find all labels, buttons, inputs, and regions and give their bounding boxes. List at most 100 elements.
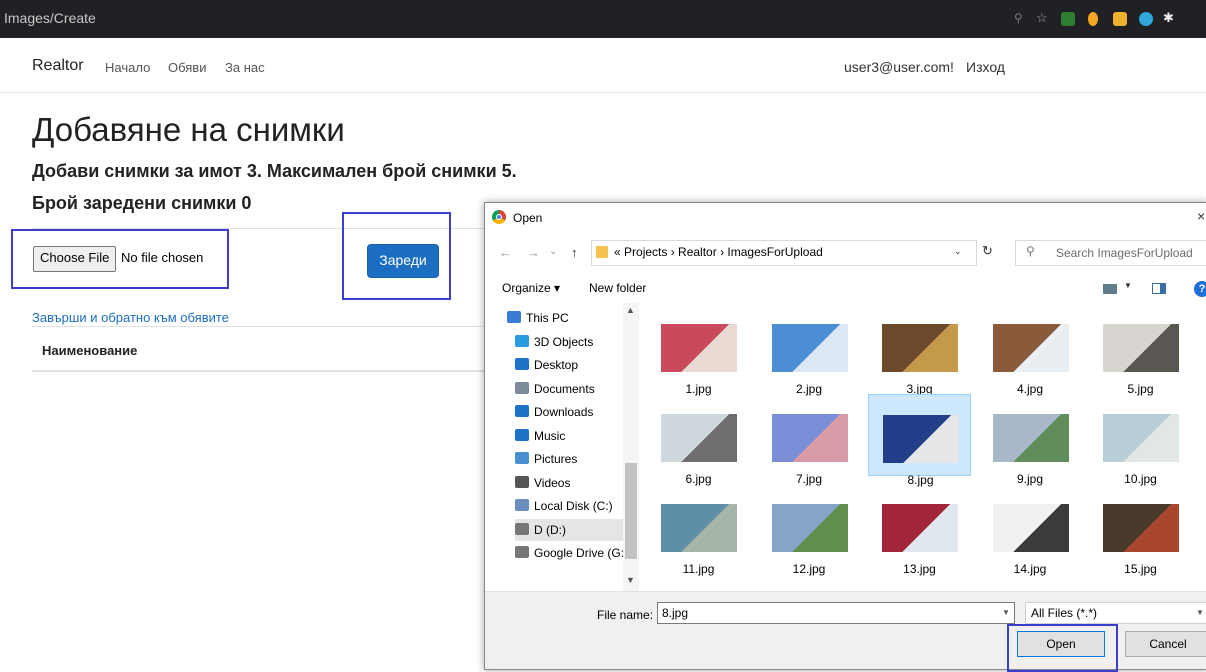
file-name: 15.jpg	[1124, 562, 1157, 576]
chevron-down-icon[interactable]: ▼	[1124, 281, 1132, 290]
file-item[interactable]: 15.jpg	[1089, 484, 1192, 576]
recent-dropdown-icon[interactable]: ⌄	[549, 246, 557, 257]
extension-icon[interactable]	[1113, 12, 1127, 26]
refresh-icon[interactable]: ↻	[982, 243, 993, 259]
preview-pane-icon[interactable]	[1152, 283, 1166, 294]
file-grid: 1.jpg 2.jpg 3.jpg 4.jpg 5.jpg 6.jpg 7.jpg 8.jpg…	[647, 303, 1206, 593]
extension-icon[interactable]	[1088, 12, 1098, 26]
no-file-label: No file chosen	[121, 250, 204, 265]
user-email: user3@user.com!	[844, 59, 954, 75]
table-border	[32, 326, 492, 327]
dialog-titlebar[interactable]: Open ×	[485, 203, 1206, 233]
desktop-icon	[515, 358, 529, 370]
page-title: Добавяне на снимки	[32, 111, 345, 148]
nav-link-home[interactable]: Начало	[105, 60, 150, 75]
file-item[interactable]: 2.jpg	[758, 304, 861, 396]
help-icon[interactable]: ?	[1194, 281, 1206, 297]
file-item[interactable]: 13.jpg	[868, 484, 971, 576]
up-arrow-icon[interactable]: ↑	[571, 245, 578, 260]
scroll-down-icon[interactable]: ▼	[626, 575, 635, 585]
table-border	[32, 370, 492, 372]
file-item[interactable]: 3.jpg	[868, 304, 971, 396]
file-name: 13.jpg	[903, 562, 936, 576]
file-item[interactable]: 7.jpg	[758, 394, 861, 486]
address-row: ← → ⌄ ↑ « Projects › Realtor › ImagesFor…	[485, 237, 1206, 269]
upload-button[interactable]: Зареди	[367, 244, 439, 278]
forward-arrow-icon[interactable]: →	[527, 245, 540, 260]
sidebar-item-label: Documents	[534, 381, 595, 396]
sidebar-item-local-disk-c[interactable]: Local Disk (C:)	[515, 495, 639, 517]
chevron-down-icon[interactable]: ▼	[1196, 608, 1204, 617]
search-icon: ⚲	[1026, 244, 1035, 258]
scrollbar-thumb[interactable]	[625, 463, 637, 559]
page-subtitle: Добави снимки за имот 3. Максимален брой…	[32, 161, 517, 181]
breadcrumb-item[interactable]: ImagesForUpload	[727, 245, 822, 259]
back-arrow-icon[interactable]: ←	[499, 245, 512, 260]
sidebar-item-downloads[interactable]: Downloads	[515, 401, 639, 423]
dialog-title: Open	[513, 211, 543, 225]
image-thumbnail	[661, 324, 737, 372]
file-name: 14.jpg	[1013, 562, 1047, 576]
brand-link[interactable]: Realtor	[32, 57, 84, 75]
sidebar-item-desktop[interactable]: Desktop	[515, 354, 639, 376]
shield-extension-icon[interactable]	[1061, 12, 1075, 26]
address-bar[interactable]: « Projects › Realtor › ImagesForUpload ⌄	[591, 240, 977, 266]
sidebar-item-music[interactable]: Music	[515, 425, 639, 447]
search-input[interactable]: ⚲ Search ImagesForUpload	[1015, 240, 1206, 266]
image-thumbnail	[661, 504, 737, 552]
scroll-up-icon[interactable]: ▲	[626, 305, 635, 315]
navigation-pane: Google Drive (G: D (D:) Local Disk (C:) Vid…	[485, 303, 641, 593]
sidebar-item-drive-d[interactable]: D (D:)	[515, 518, 639, 541]
local-disk-c-icon	[515, 499, 529, 511]
view-options-icon[interactable]	[1103, 284, 1117, 294]
chevron-down-icon[interactable]: ⌄	[954, 246, 962, 257]
file-item[interactable]: 6.jpg	[647, 394, 750, 486]
nav-link-listings[interactable]: Обяви	[168, 60, 206, 75]
sidebar-item-this-pc[interactable]: This PC	[507, 307, 631, 329]
sidebar-item-documents[interactable]: Documents	[515, 378, 639, 400]
breadcrumb-item[interactable]: Projects	[624, 245, 667, 259]
search-placeholder: Search ImagesForUpload	[1056, 246, 1193, 260]
chevron-down-icon[interactable]: ▼	[1002, 608, 1010, 617]
file-type-select[interactable]: All Files (*.*) ▼	[1025, 602, 1206, 624]
puzzle-icon[interactable]: ✱	[1163, 10, 1177, 25]
file-item[interactable]: 11.jpg	[647, 484, 750, 576]
sidebar-item-videos[interactable]: Videos	[515, 472, 639, 494]
sidebar-item-pictures[interactable]: Pictures	[515, 448, 639, 470]
documents-icon	[515, 381, 529, 394]
file-item[interactable]: 10.jpg	[1089, 394, 1192, 486]
file-type-value: All Files (*.*)	[1031, 606, 1098, 620]
breadcrumb[interactable]: « Projects › Realtor › ImagesForUpload	[614, 245, 823, 259]
file-item[interactable]: 9.jpg	[979, 394, 1082, 486]
chrome-app-icon	[492, 210, 506, 224]
zoom-icon[interactable]: ⚲	[1014, 11, 1028, 25]
finish-link[interactable]: Завърши и обратно към обявите	[32, 310, 229, 325]
logout-link[interactable]: Изход	[966, 59, 1005, 75]
file-item[interactable]: 4.jpg	[979, 304, 1082, 396]
image-thumbnail	[1103, 504, 1179, 552]
new-folder-button[interactable]: New folder	[589, 281, 646, 295]
cancel-button[interactable]: Cancel	[1125, 631, 1206, 657]
file-item[interactable]: 8.jpg	[868, 394, 971, 487]
choose-file-button[interactable]: Choose File	[33, 246, 117, 272]
close-icon[interactable]: ×	[1197, 208, 1205, 224]
sidebar-item-label: 3D Objects	[534, 334, 594, 349]
sidebar-item-label: Videos	[534, 475, 571, 490]
star-icon[interactable]: ☆	[1036, 10, 1050, 25]
sidebar-item-label: Desktop	[534, 358, 579, 372]
file-item[interactable]: 14.jpg	[979, 484, 1082, 576]
sidebar-item-label: Google Drive (G:	[534, 546, 625, 560]
downloads-icon	[515, 405, 529, 417]
file-item[interactable]: 12.jpg	[758, 484, 861, 576]
filename-input[interactable]: 8.jpg ▼	[657, 602, 1015, 624]
sidebar-item-3d-objects[interactable]: 3D Objects	[515, 331, 639, 353]
file-item[interactable]: 5.jpg	[1089, 304, 1192, 396]
organize-button[interactable]: Organize ▾	[502, 281, 560, 295]
nav-link-about[interactable]: За нас	[225, 60, 265, 75]
breadcrumb-item[interactable]: Realtor	[678, 245, 717, 259]
file-item[interactable]: 1.jpg	[647, 304, 750, 396]
image-thumbnail	[992, 324, 1069, 372]
sidebar-item-google-drive[interactable]: Google Drive (G:	[515, 542, 639, 564]
extension-icon[interactable]	[1139, 12, 1153, 26]
drive-d-icon	[515, 522, 529, 535]
